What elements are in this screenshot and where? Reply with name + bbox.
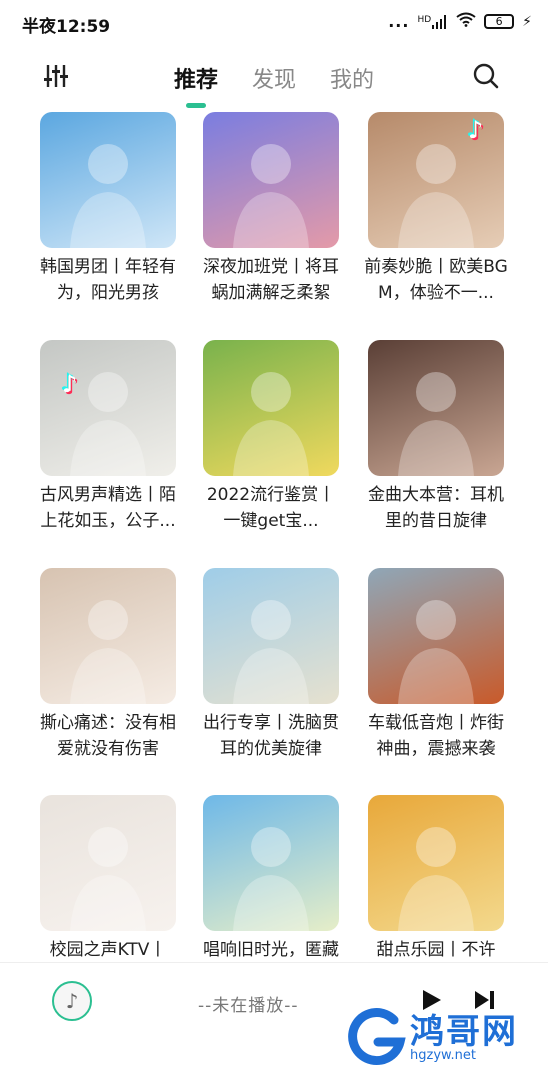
status-bar: 半夜12:59 ... HD 6 ⚡ xyxy=(0,0,548,46)
playlist-card[interactable]: 校园之声KTV丨 xyxy=(40,795,180,963)
top-header: 推荐 发现 我的 xyxy=(0,50,548,108)
playlist-cover-image: ♪ xyxy=(40,340,176,476)
playlist-cover-image xyxy=(40,112,176,248)
album-disc-icon[interactable]: ♪ xyxy=(52,981,92,1021)
playlist-title: 校园之声KTV丨 xyxy=(49,940,167,960)
battery-icon: 6 xyxy=(484,14,515,29)
tab-label: 发现 xyxy=(251,68,296,93)
playlist-title: 韩国男团丨年轻有为，阳光男孩 xyxy=(40,257,176,303)
watermark-name: 鸿哥网 xyxy=(410,1012,518,1052)
playlist-card[interactable]: ♪ 前奏妙脆丨欧美BGM，体验不一... xyxy=(364,112,508,306)
playlist-cover-image xyxy=(368,795,504,931)
playlist-cover-image xyxy=(40,568,176,704)
playlist-title: 唱响旧时光，匿藏 xyxy=(203,940,339,960)
playlist-card[interactable]: 出行专享丨洗脑贯耳的优美旋律 xyxy=(203,568,343,762)
notification-dots-icon: ... xyxy=(388,12,410,31)
playlist-cover-image xyxy=(203,340,339,476)
playlist-cover-image xyxy=(203,112,339,248)
tab-mine[interactable]: 我的 xyxy=(330,62,374,94)
playlist-cover-image xyxy=(368,568,504,704)
playlist-card[interactable]: 2022流行鉴赏丨一键get宝... xyxy=(203,340,343,534)
playlist-cover-image xyxy=(368,340,504,476)
playlist-title: 金曲大本营：耳机里的昔日旋律 xyxy=(368,485,504,531)
playlist-cover-image xyxy=(203,795,339,931)
playlist-cover-image xyxy=(40,795,176,931)
wifi-icon xyxy=(456,12,476,31)
watermark-logo: 鸿哥网 hgzyw.net xyxy=(346,1004,546,1070)
watermark-g-icon xyxy=(348,1008,406,1066)
charging-icon: ⚡ xyxy=(522,13,532,30)
playlist-cover-image xyxy=(203,568,339,704)
playlist-title: 2022流行鉴赏丨一键get宝... xyxy=(206,485,336,531)
watermark-url: hgzyw.net xyxy=(410,1048,476,1063)
playlist-title: 古风男声精选丨陌上花如玉，公子... xyxy=(40,485,176,531)
status-icons: ... HD 6 ⚡ xyxy=(388,12,532,31)
playlist-card[interactable]: 撕心痛述：没有相爱就没有伤害 xyxy=(40,568,180,762)
cellular-signal-icon: HD xyxy=(417,14,448,29)
now-playing-text: --未在播放-- xyxy=(198,996,299,1016)
playlist-card[interactable]: 唱响旧时光，匿藏 xyxy=(203,795,343,963)
active-tab-indicator xyxy=(185,103,206,108)
playlist-title: 出行专享丨洗脑贯耳的优美旋律 xyxy=(203,713,339,759)
playlist-title: 撕心痛述：没有相爱就没有伤害 xyxy=(40,713,176,759)
tab-recommend[interactable]: 推荐 xyxy=(173,62,218,108)
playlist-card[interactable]: 金曲大本营：耳机里的昔日旋律 xyxy=(368,340,508,534)
tab-label: 我的 xyxy=(330,68,375,93)
playlist-card[interactable]: 甜点乐园丨不许 xyxy=(368,795,508,963)
playlist-title: 甜点乐园丨不许 xyxy=(376,940,496,960)
main-tabs: 推荐 发现 我的 xyxy=(0,62,548,108)
playlist-title: 深夜加班党丨将耳蜗加满解乏柔絮 xyxy=(203,257,339,303)
playlist-title: 车载低音炮丨炸街神曲，震撼来袭 xyxy=(368,713,504,759)
status-time: 半夜12:59 xyxy=(22,17,111,37)
playlist-card[interactable]: 韩国男团丨年轻有为，阳光男孩 xyxy=(40,112,180,306)
tiktok-logo-icon: ♪ xyxy=(62,370,78,398)
tab-label: 推荐 xyxy=(173,68,218,93)
playlist-title: 前奏妙脆丨欧美BGM，体验不一... xyxy=(364,257,508,303)
playlist-card[interactable]: 深夜加班党丨将耳蜗加满解乏柔絮 xyxy=(203,112,343,306)
playlist-cover-image: ♪ xyxy=(368,112,504,248)
network-type-label: HD xyxy=(417,14,432,25)
tab-discover[interactable]: 发现 xyxy=(252,62,296,94)
playlist-card[interactable]: ♪ 古风男声精选丨陌上花如玉，公子... xyxy=(40,340,180,534)
playlist-card[interactable]: 车载低音炮丨炸街神曲，震撼来袭 xyxy=(368,568,508,762)
search-icon[interactable] xyxy=(472,62,500,90)
tiktok-logo-icon: ♪ xyxy=(468,116,484,144)
